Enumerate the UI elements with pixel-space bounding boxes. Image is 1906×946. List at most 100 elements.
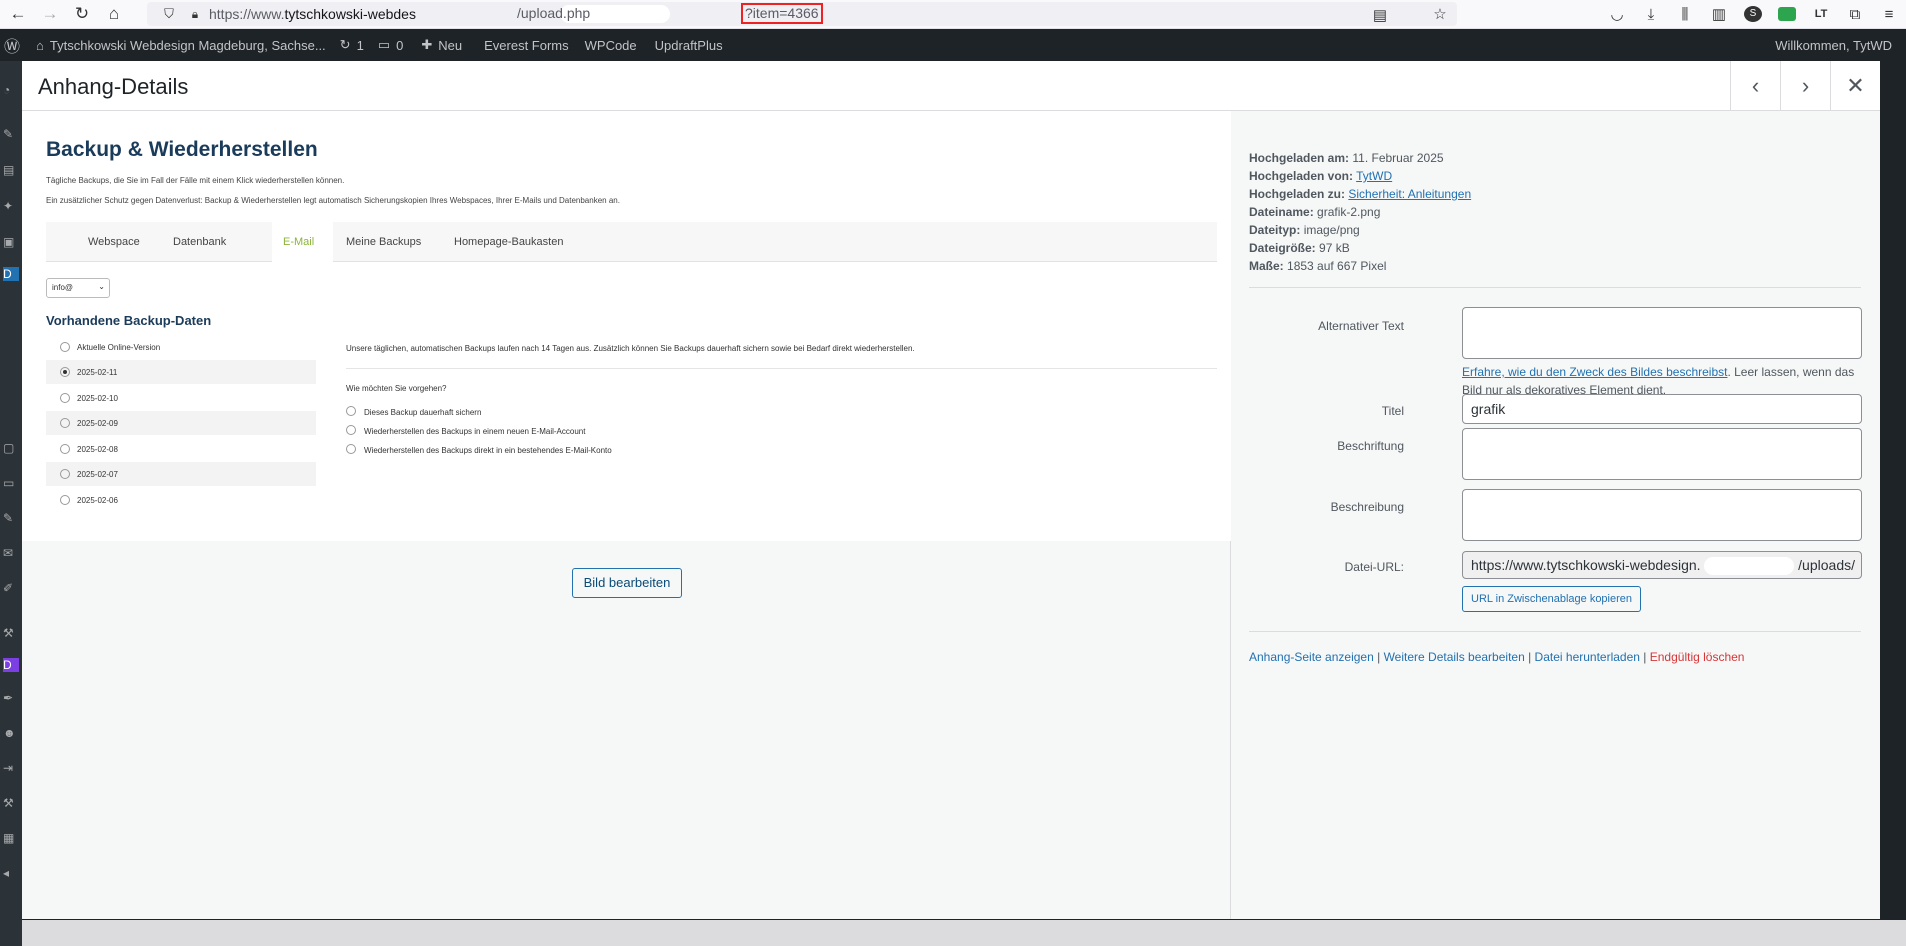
radio-icon xyxy=(346,444,356,454)
menu-icon[interactable]: ≡ xyxy=(1880,6,1898,23)
adminbar-updraftplus[interactable]: UpdraftPlus xyxy=(655,38,723,53)
comments-count[interactable]: 0 xyxy=(396,38,403,53)
radio-icon xyxy=(60,495,70,505)
adminbar-greeting[interactable]: Willkommen, TytWD xyxy=(1775,38,1892,53)
back-icon[interactable]: ← xyxy=(4,2,32,26)
previous-attachment-button[interactable]: ‹ xyxy=(1730,61,1780,111)
tools-icon[interactable]: ⚒ xyxy=(3,796,19,810)
shield-icon[interactable]: ⛉ xyxy=(155,2,183,26)
home-icon[interactable]: ⌂ xyxy=(100,2,128,26)
delete-permanently-link[interactable]: Endgültig löschen xyxy=(1650,650,1745,664)
reload-icon[interactable]: ↻ xyxy=(68,2,96,26)
updates-count[interactable]: 1 xyxy=(357,38,364,53)
forms-icon[interactable]: ▤ xyxy=(3,163,19,177)
download-icon[interactable]: ⤓ xyxy=(1642,6,1660,23)
attachment-details-modal: Anhang-Details ‹ › ✕ Backup & Wiederhers… xyxy=(22,61,1880,919)
wordpress-logo-icon[interactable]: Ⓦ xyxy=(4,33,20,57)
users-icon[interactable]: ☻ xyxy=(3,726,19,740)
pages-icon[interactable]: ▢ xyxy=(3,441,19,455)
meta-dimensions: Maße: 1853 auf 667 Pixel xyxy=(1249,257,1471,275)
next-attachment-button[interactable]: › xyxy=(1780,61,1830,111)
alt-text-label: Alternativer Text xyxy=(1318,319,1404,333)
preview-backup-label: 2025-02-06 xyxy=(77,496,118,505)
address-bar[interactable]: ⛉ 🔒︎ https://www.tytschkowski-webdes /up… xyxy=(147,2,1457,26)
dashboard-icon[interactable]: ◔ xyxy=(3,83,19,97)
edit-more-details-link[interactable]: Weitere Details bearbeiten xyxy=(1384,650,1525,664)
plugin-purple-icon[interactable]: D xyxy=(3,658,19,672)
extensions-icon[interactable]: ⧉ xyxy=(1846,6,1864,23)
bookmark-star-icon[interactable]: ☆ xyxy=(1431,5,1449,23)
plugin-d-icon[interactable]: D xyxy=(3,267,19,281)
edit-image-button[interactable]: Bild bearbeiten xyxy=(572,568,682,598)
meta-value: 11. Februar 2025 xyxy=(1352,151,1444,165)
sidebar-icon[interactable]: ▥ xyxy=(1710,5,1728,23)
posts-icon[interactable]: ✎ xyxy=(3,127,19,141)
url-redaction xyxy=(1704,557,1795,576)
plugins-icon[interactable]: ⚒ xyxy=(3,626,19,640)
admin-menu: ◔ ✎ ▤ ✦ ▣ D ▢ ▭ ✎ ✉ ✐ ⚒ D ✒ ☻ ⇥ ⚒ ▦ ◂ xyxy=(0,61,22,946)
adminbar-wpcode[interactable]: WPCode xyxy=(585,38,637,53)
extension-s-icon[interactable]: S xyxy=(1744,6,1762,22)
media-icon[interactable]: ▣ xyxy=(3,235,19,249)
view-attachment-page-link[interactable]: Anhang-Seite anzeigen xyxy=(1249,650,1374,664)
adminbar-everest-forms[interactable]: Everest Forms xyxy=(484,38,569,53)
comments-icon[interactable]: ▭ xyxy=(378,37,390,53)
library-icon[interactable]: ⫼ xyxy=(1676,6,1694,23)
copy-url-button[interactable]: URL in Zwischenablage kopieren xyxy=(1462,586,1642,612)
lock-icon[interactable]: 🔒︎ xyxy=(181,2,209,26)
preview-account-select: info@ ⌄ xyxy=(46,278,110,298)
extension-green-icon[interactable] xyxy=(1778,7,1796,21)
radio-icon xyxy=(346,425,356,435)
preview-backup-label: 2025-02-07 xyxy=(77,470,118,479)
pin-icon[interactable]: ✎ xyxy=(3,511,19,525)
pocket-icon[interactable]: ◡ xyxy=(1608,5,1626,23)
toolbar-icons: ◡ ⤓ ⫼ ▥ S LT ⧉ ≡ xyxy=(1608,0,1898,28)
updates-icon[interactable]: ↻ xyxy=(340,37,351,53)
preview-backups-title: Vorhandene Backup-Daten xyxy=(46,313,212,328)
uploaded-by-link[interactable]: TytWD xyxy=(1356,169,1392,183)
appearance-icon[interactable]: ✐ xyxy=(3,581,19,595)
mail-icon[interactable]: ✉ xyxy=(3,546,19,560)
caption-field[interactable] xyxy=(1462,428,1862,480)
divider xyxy=(1249,631,1861,632)
forward-icon[interactable]: → xyxy=(36,2,64,26)
radio-icon xyxy=(60,469,70,479)
meta-value: grafik-2.png xyxy=(1317,205,1381,219)
title-field[interactable] xyxy=(1462,394,1862,424)
meta-label: Dateiname: xyxy=(1249,205,1314,219)
tools-pen-icon[interactable]: ✒ xyxy=(3,691,19,705)
radio-selected-icon xyxy=(60,367,70,377)
preview-option: Wiederherstellen des Backups in einem ne… xyxy=(346,425,585,436)
new-plus-icon[interactable]: ✚ xyxy=(421,37,432,53)
preview-backup-row: 2025-02-07 xyxy=(46,462,316,486)
uploaded-to-link[interactable]: Sicherheit: Anleitungen xyxy=(1348,187,1471,201)
import-icon[interactable]: ⇥ xyxy=(3,761,19,775)
collapse-icon[interactable]: ◂ xyxy=(3,866,19,880)
new-menu[interactable]: Neu xyxy=(438,38,462,53)
preview-image: Backup & Wiederherstellen Tägliche Backu… xyxy=(22,111,1231,541)
preview-tab-baukasten: Homepage-Baukasten xyxy=(454,236,564,248)
divider xyxy=(1249,287,1861,288)
browser-toolbar: ← → ↻ ⌂ ⛉ 🔒︎ https://www.tytschkowski-we… xyxy=(0,0,1906,29)
blocks-icon[interactable]: ✦ xyxy=(3,199,19,213)
download-file-link[interactable]: Datei herunterladen xyxy=(1535,650,1640,664)
site-name[interactable]: Tytschkowski Webdesign Magdeburg, Sachse… xyxy=(50,38,326,53)
alt-text-field[interactable] xyxy=(1462,307,1862,359)
comments-menu-icon[interactable]: ▭ xyxy=(3,476,19,490)
preview-backup-row: 2025-02-11 xyxy=(46,360,316,384)
preview-backup-row: 2025-02-06 xyxy=(46,488,316,512)
reader-view-icon[interactable]: ▤ xyxy=(1371,6,1389,24)
description-field[interactable] xyxy=(1462,489,1862,541)
settings-icon[interactable]: ▦ xyxy=(3,831,19,845)
file-url-label: Datei-URL: xyxy=(1344,560,1404,574)
site-home-icon[interactable]: ⌂ xyxy=(36,38,44,53)
file-meta: Hochgeladen am: 11. Februar 2025 Hochgel… xyxy=(1249,149,1471,275)
file-url-field[interactable]: https://www.tytschkowski-webdesign. /upl… xyxy=(1462,551,1862,579)
preview-backup-label: 2025-02-09 xyxy=(77,419,118,428)
preview-divider xyxy=(346,368,1217,369)
meta-value: 97 kB xyxy=(1319,241,1350,255)
extension-lt-icon[interactable]: LT xyxy=(1812,8,1830,20)
alt-text-help-link[interactable]: Erfahre, wie du den Zweck des Bildes bes… xyxy=(1462,365,1727,379)
close-modal-button[interactable]: ✕ xyxy=(1830,61,1880,111)
url-param-highlight: ?item=4366 xyxy=(741,3,823,24)
